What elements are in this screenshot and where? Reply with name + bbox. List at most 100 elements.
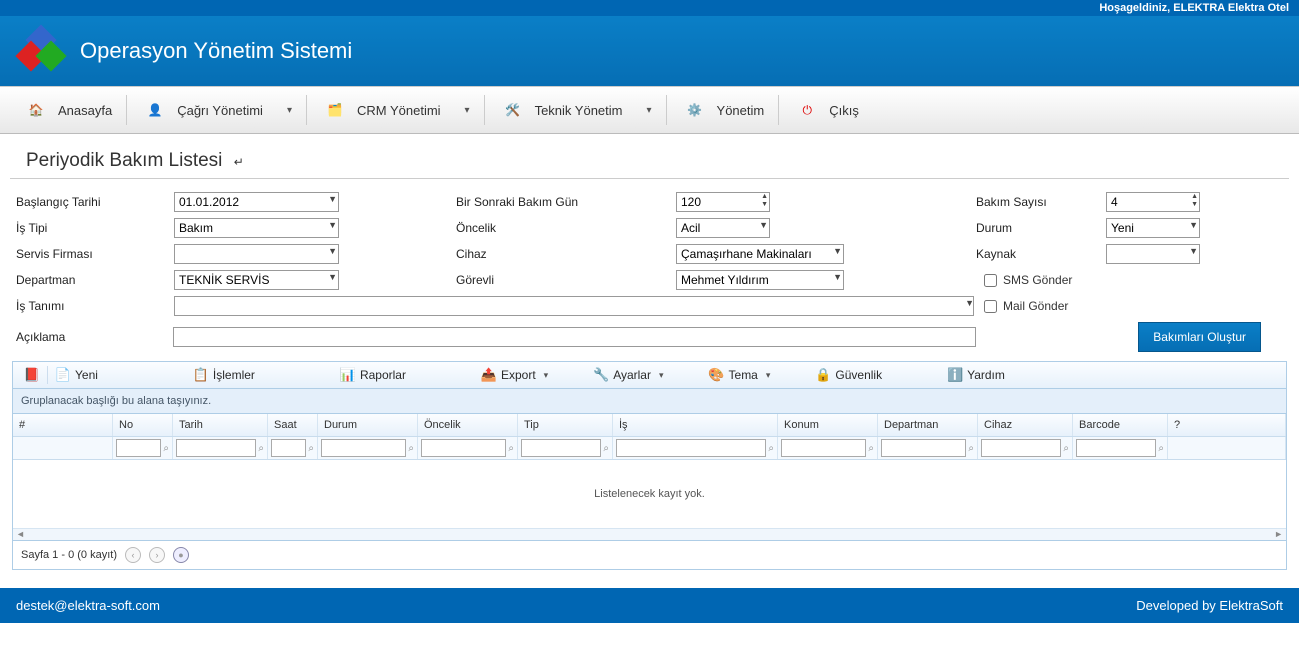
label-istipi: İş Tipi [16,221,174,235]
footer-email[interactable]: destek@elektra-soft.com [16,598,160,613]
label-mail: Mail Gönder [1003,299,1068,313]
label-baslangic: Başlangıç Tarihi [16,195,174,209]
refresh-icon[interactable]: ↵ [234,155,244,169]
filter-icon[interactable]: ⌕ [258,443,264,454]
nav-exit[interactable]: ⏻ Çıkış [779,87,873,133]
label-gorevli: Görevli [456,273,676,287]
filter-durum[interactable] [321,439,406,457]
operations-icon: 📋 [194,368,208,382]
filter-konum[interactable] [781,439,866,457]
col-q[interactable]: ? [1168,414,1286,436]
checkbox-mail[interactable] [984,300,997,313]
app-header: Operasyon Yönetim Sistemi [0,16,1299,86]
data-grid: # No Tarih Saat Durum Öncelik Tip İş Kon… [12,414,1287,541]
filter-icon[interactable]: ⌕ [1158,443,1164,454]
chevron-down-icon: ▾ [465,105,470,116]
toolbar-operations[interactable]: 📋İşlemler [186,362,263,388]
label-sonraki: Bir Sonraki Bakım Gün [456,195,676,209]
toolbar-help[interactable]: ℹ️Yardım [940,362,1013,388]
toolbar-delete[interactable]: 📕 [17,362,47,388]
filter-cihaz[interactable] [981,439,1061,457]
col-konum[interactable]: Konum [778,414,878,436]
input-bakimsayisi[interactable] [1106,192,1200,212]
filter-is[interactable] [616,439,766,457]
input-sonraki[interactable] [676,192,770,212]
input-departman[interactable] [174,270,339,290]
grid-group-hint[interactable]: Gruplanacak başlığı bu alana taşıyınız. [12,389,1287,414]
input-kaynak[interactable] [1106,244,1200,264]
input-gorevli[interactable] [676,270,844,290]
home-icon: 🏠 [22,96,50,124]
footer: destek@elektra-soft.com Developed by Ele… [0,588,1299,623]
filter-icon[interactable]: ⌕ [603,443,609,454]
filter-saat[interactable] [271,439,306,457]
filter-icon[interactable]: ⌕ [768,443,774,454]
export-icon: 📤 [482,368,496,382]
main-nav: 🏠 Anasayfa 👤 Çağrı Yönetimi ▾ 🗂️ CRM Yön… [0,86,1299,134]
filter-departman[interactable] [881,439,966,457]
book-icon: 📕 [25,368,39,382]
pager-prev[interactable]: ‹ [125,547,141,563]
checkbox-sms[interactable] [984,274,997,287]
input-cihaz[interactable] [676,244,844,264]
nav-admin[interactable]: ⚙️ Yönetim [667,87,779,133]
filter-no[interactable] [116,439,161,457]
col-oncelik[interactable]: Öncelik [418,414,518,436]
toolbar-reports[interactable]: 📊Raporlar [333,362,414,388]
col-durum[interactable]: Durum [318,414,418,436]
nav-crm[interactable]: 🗂️ CRM Yönetimi ▾ [307,87,484,133]
nav-tech[interactable]: 🛠️ Teknik Yönetim ▾ [485,87,666,133]
nav-call[interactable]: 👤 Çağrı Yönetimi ▾ [127,87,306,133]
toolbar-help-label: Yardım [967,368,1005,382]
col-is[interactable]: İş [613,414,778,436]
filter-tarih[interactable] [176,439,256,457]
input-istipi[interactable] [174,218,339,238]
filter-icon[interactable]: ⌕ [308,443,314,454]
filter-oncelik[interactable] [421,439,506,457]
filter-icon[interactable]: ⌕ [508,443,514,454]
nav-exit-label: Çıkış [829,103,859,118]
create-maintenance-button[interactable]: Bakımları Oluştur [1138,322,1261,352]
col-cihaz[interactable]: Cihaz [978,414,1073,436]
filter-barcode[interactable] [1076,439,1156,457]
pager-next[interactable]: › [149,547,165,563]
col-tip[interactable]: Tip [518,414,613,436]
col-barcode[interactable]: Barcode [1073,414,1168,436]
nav-crm-label: CRM Yönetimi [357,103,441,118]
toolbar-theme[interactable]: 🎨Tema▾ [702,362,779,388]
label-bakimsayisi: Bakım Sayısı [976,195,1106,209]
col-no[interactable]: No [113,414,173,436]
input-servis[interactable] [174,244,339,264]
page-title-text: Periyodik Bakım Listesi [26,150,222,171]
toolbar-security[interactable]: 🔒Güvenlik [808,362,890,388]
input-oncelik[interactable] [676,218,770,238]
input-istanimi[interactable] [174,296,974,316]
toolbar-export[interactable]: 📤Export▾ [474,362,556,388]
input-durum[interactable] [1106,218,1200,238]
nav-home[interactable]: 🏠 Anasayfa [8,87,126,133]
nav-home-label: Anasayfa [58,103,112,118]
headset-icon: 👤 [141,96,169,124]
grid-scrollbar[interactable] [13,528,1286,540]
input-aciklama[interactable] [173,327,976,347]
filter-icon[interactable]: ⌕ [163,443,169,454]
filter-icon[interactable]: ⌕ [1063,443,1069,454]
filter-icon[interactable]: ⌕ [868,443,874,454]
col-hash[interactable]: # [13,414,113,436]
col-tarih[interactable]: Tarih [173,414,268,436]
pager-current[interactable]: ● [173,547,189,563]
col-saat[interactable]: Saat [268,414,318,436]
filter-icon[interactable]: ⌕ [408,443,414,454]
toolbar-new[interactable]: 📄Yeni [48,362,106,388]
toolbar-export-label: Export [501,368,536,382]
logo-icon [18,27,66,75]
filter-icon[interactable]: ⌕ [968,443,974,454]
app-title: Operasyon Yönetim Sistemi [80,38,352,64]
grid-filter-row: ⌕ ⌕ ⌕ ⌕ ⌕ ⌕ ⌕ ⌕ ⌕ ⌕ ⌕ [13,437,1286,460]
col-departman[interactable]: Departman [878,414,978,436]
welcome-text: Hoşageldiniz, ELEKTRA Elektra Otel [1099,2,1289,14]
toolbar-settings[interactable]: 🔧Ayarlar▾ [586,362,671,388]
input-baslangic[interactable] [174,192,339,212]
filter-tip[interactable] [521,439,601,457]
chevron-down-icon: ▾ [647,105,652,116]
